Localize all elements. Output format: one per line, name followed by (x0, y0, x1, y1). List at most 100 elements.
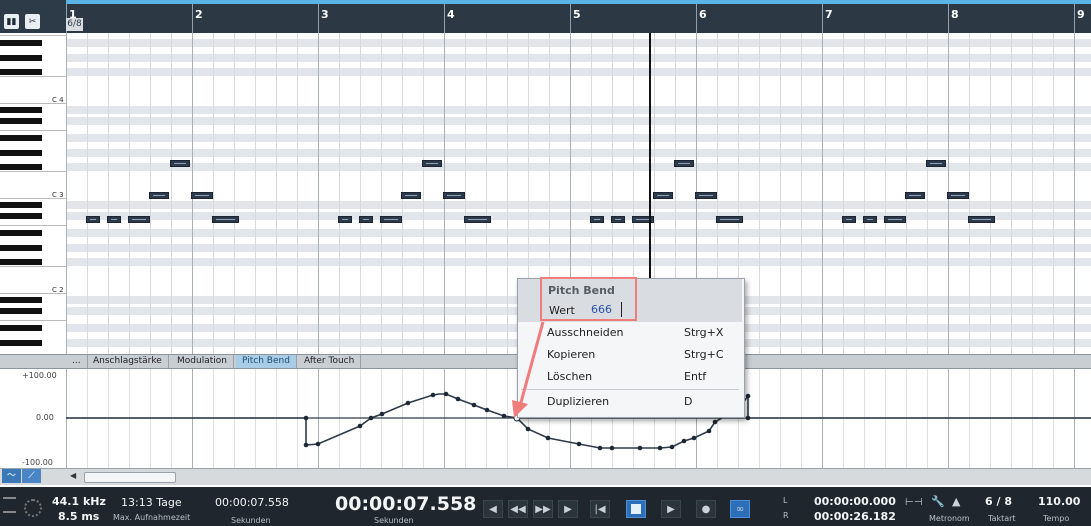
midi-note[interactable] (926, 160, 946, 167)
pitch-bend-point[interactable] (545, 435, 551, 441)
midi-note[interactable] (212, 216, 239, 223)
main-time-display[interactable]: 00:00:07.558 (335, 493, 476, 515)
pitch-bend-point[interactable] (706, 428, 712, 434)
midi-note[interactable] (947, 192, 969, 199)
pitch-bend-point[interactable] (303, 415, 309, 421)
note-tool-icon[interactable]: ▮▮ (4, 14, 19, 29)
return-to-start-icon[interactable]: ◀ (483, 500, 503, 518)
wrench-icon[interactable]: 🔧 (931, 495, 945, 508)
midi-note[interactable] (443, 192, 465, 199)
midi-note[interactable] (842, 216, 856, 223)
menu-icon[interactable] (3, 497, 16, 513)
black-key[interactable] (0, 150, 42, 156)
midi-note[interactable] (863, 216, 877, 223)
pitch-bend-point[interactable] (471, 402, 477, 408)
midi-note[interactable] (107, 216, 121, 223)
midi-note[interactable] (611, 216, 625, 223)
midi-note[interactable] (380, 216, 402, 223)
pitch-bend-point[interactable] (368, 415, 374, 421)
midi-note[interactable] (128, 216, 150, 223)
black-key[interactable] (0, 40, 42, 46)
pitch-bend-point[interactable] (430, 392, 436, 398)
piano-keyboard[interactable]: C 4 C 3 C 2 (0, 33, 67, 354)
pitch-bend-point[interactable] (745, 393, 751, 399)
black-key[interactable] (0, 325, 42, 331)
loop-start[interactable]: 00:00:00.000 (814, 495, 896, 508)
pitch-bend-point[interactable] (681, 438, 687, 444)
metronome-icon[interactable]: ▲ (952, 495, 960, 508)
pitch-bend-point[interactable] (484, 407, 490, 413)
pitch-bend-point[interactable] (379, 411, 385, 417)
pitch-bend-point[interactable] (745, 415, 751, 421)
record-icon[interactable]: ● (696, 500, 716, 518)
midi-note[interactable] (968, 216, 995, 223)
pitch-bend-point[interactable] (691, 435, 697, 441)
automation-line-icon[interactable]: ⟋ (22, 469, 41, 483)
midi-note[interactable] (422, 160, 442, 167)
midi-note[interactable] (401, 192, 421, 199)
midi-note[interactable] (695, 192, 717, 199)
midi-note[interactable] (653, 192, 673, 199)
black-key[interactable] (0, 118, 42, 124)
forward-icon[interactable]: ▶ (558, 500, 578, 518)
pitch-bend-point[interactable] (609, 445, 615, 451)
black-key[interactable] (0, 213, 42, 219)
midi-note[interactable] (464, 216, 491, 223)
midi-note[interactable] (590, 216, 604, 223)
lane-tab-velocity[interactable]: Anschlagstärke (87, 355, 169, 368)
tempo-value[interactable]: 110.00 (1038, 495, 1080, 508)
precount-icon[interactable]: ⊢⊣ (905, 497, 922, 508)
loop-end[interactable]: 00:00:26.182 (814, 510, 896, 523)
black-key[interactable] (0, 340, 42, 346)
midi-note[interactable] (191, 192, 213, 199)
lane-tab-more[interactable]: ... (66, 355, 88, 368)
black-key[interactable] (0, 245, 42, 251)
pitch-bend-point[interactable] (303, 442, 309, 448)
midi-note[interactable] (359, 216, 373, 223)
black-key[interactable] (0, 230, 42, 236)
midi-note[interactable] (170, 160, 190, 167)
time-signature-value[interactable]: 6 / 8 (985, 495, 1012, 508)
fast-forward-icon[interactable]: ▶▶ (533, 500, 553, 518)
pitch-bend-point[interactable] (657, 445, 663, 451)
lane-tab-modulation[interactable]: Modulation (171, 355, 234, 368)
midi-note[interactable] (149, 192, 169, 199)
pitch-bend-point[interactable] (405, 400, 411, 406)
midi-note[interactable] (674, 160, 694, 167)
black-key[interactable] (0, 297, 42, 303)
pitch-bend-point[interactable] (712, 419, 718, 425)
scroll-thumb[interactable] (84, 472, 176, 483)
black-key[interactable] (0, 69, 42, 75)
pitch-bend-point[interactable] (576, 441, 582, 447)
pitch-bend-point[interactable] (637, 445, 643, 451)
black-key[interactable] (0, 135, 42, 141)
pitch-bend-point[interactable] (455, 396, 461, 402)
black-key[interactable] (0, 107, 42, 113)
black-key[interactable] (0, 55, 42, 61)
pitch-bend-point[interactable] (669, 444, 675, 450)
midi-note[interactable] (86, 216, 100, 223)
pitch-bend-point[interactable] (357, 423, 363, 429)
rewind-icon[interactable]: ◀◀ (508, 500, 528, 518)
lane-tab-after-touch[interactable]: After Touch (298, 355, 362, 368)
black-key[interactable] (0, 202, 42, 208)
pitch-bend-point[interactable] (597, 445, 603, 451)
scroll-left-icon[interactable]: ◀ (70, 471, 76, 480)
pitch-bend-point[interactable] (315, 441, 321, 447)
loop-icon[interactable]: ∞ (730, 500, 750, 518)
midi-note[interactable] (716, 216, 743, 223)
midi-note[interactable] (884, 216, 906, 223)
lane-tab-pitch-bend[interactable]: Pitch Bend (236, 355, 297, 368)
automation-curve-icon[interactable]: 〜 (2, 469, 21, 483)
black-key[interactable] (0, 164, 42, 170)
pitch-bend-point[interactable] (443, 391, 449, 397)
black-key[interactable] (0, 259, 42, 265)
scissors-icon[interactable]: ✂ (25, 14, 40, 29)
timeline-ruler[interactable]: 1 2 3 4 5 6 7 8 9 (66, 0, 1091, 33)
midi-note[interactable] (905, 192, 925, 199)
midi-note[interactable] (338, 216, 352, 223)
black-key[interactable] (0, 308, 42, 314)
goto-marker-icon[interactable]: |◀ (590, 500, 610, 518)
play-icon[interactable]: ▶ (661, 500, 681, 518)
stop-icon[interactable] (626, 500, 646, 518)
